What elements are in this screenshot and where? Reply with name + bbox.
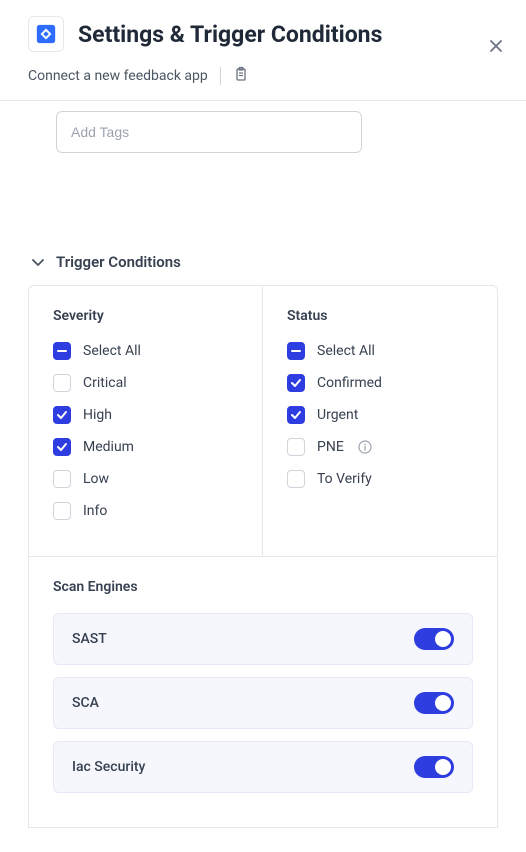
chevron-down-icon [30, 254, 46, 270]
tags-section [0, 101, 526, 181]
status-label: Confirmed [317, 375, 382, 391]
diamond-icon [35, 23, 57, 45]
status-select-all-checkbox[interactable] [287, 342, 305, 360]
severity-label: Low [83, 471, 109, 487]
conditions-grid: Severity Select All Critical High Medium Lo… [28, 285, 498, 557]
info-icon [358, 440, 372, 454]
close-icon [488, 38, 504, 54]
engine-toggle-sast[interactable] [414, 628, 454, 650]
engine-row-sast: SAST [53, 613, 473, 665]
severity-checkbox-info[interactable] [53, 502, 71, 520]
trigger-section-toggle[interactable]: Trigger Conditions [30, 253, 498, 271]
status-column: Status Select All Confirmed Urgent PNE To V… [263, 286, 497, 556]
severity-label: Critical [83, 375, 127, 391]
severity-column: Severity Select All Critical High Medium Lo… [29, 286, 263, 556]
page-title: Settings & Trigger Conditions [78, 21, 382, 48]
engine-toggle-iac-security[interactable] [414, 756, 454, 778]
scan-engines-box: Scan Engines SAST SCA Iac Security [28, 557, 498, 828]
status-checkbox-urgent[interactable] [287, 406, 305, 424]
clipboard-button[interactable] [233, 66, 249, 86]
severity-checkbox-low[interactable] [53, 470, 71, 488]
severity-label: High [83, 407, 112, 423]
severity-checkbox-critical[interactable] [53, 374, 71, 392]
severity-checkbox-medium[interactable] [53, 438, 71, 456]
info-tooltip[interactable] [356, 440, 372, 454]
severity-select-all-label: Select All [83, 343, 141, 359]
severity-label: Medium [83, 439, 134, 455]
status-checkbox-confirmed[interactable] [287, 374, 305, 392]
severity-label: Info [83, 503, 107, 519]
engine-label: SAST [72, 631, 107, 647]
status-select-all-label: Select All [317, 343, 375, 359]
severity-title: Severity [53, 308, 238, 324]
status-label: PNE [317, 439, 344, 455]
status-title: Status [287, 308, 473, 324]
clipboard-icon [233, 66, 249, 82]
engine-row-sca: SCA [53, 677, 473, 729]
status-label: Urgent [317, 407, 358, 423]
status-label: To Verify [317, 471, 372, 487]
divider [220, 67, 221, 85]
engine-toggle-sca[interactable] [414, 692, 454, 714]
close-button[interactable] [488, 38, 504, 59]
scan-engines-title: Scan Engines [53, 579, 473, 595]
severity-select-all-checkbox[interactable] [53, 342, 71, 360]
subtitle-text: Connect a new feedback app [28, 68, 208, 84]
status-checkbox-pne[interactable] [287, 438, 305, 456]
engine-label: SCA [72, 695, 99, 711]
engine-label: Iac Security [72, 759, 145, 775]
severity-checkbox-high[interactable] [53, 406, 71, 424]
tags-input[interactable] [56, 111, 362, 153]
engine-row-iac-security: Iac Security [53, 741, 473, 793]
trigger-section-title: Trigger Conditions [56, 253, 181, 271]
app-icon [28, 16, 64, 52]
status-checkbox-to-verify[interactable] [287, 470, 305, 488]
panel-header: Settings & Trigger Conditions Connect a … [0, 0, 526, 101]
